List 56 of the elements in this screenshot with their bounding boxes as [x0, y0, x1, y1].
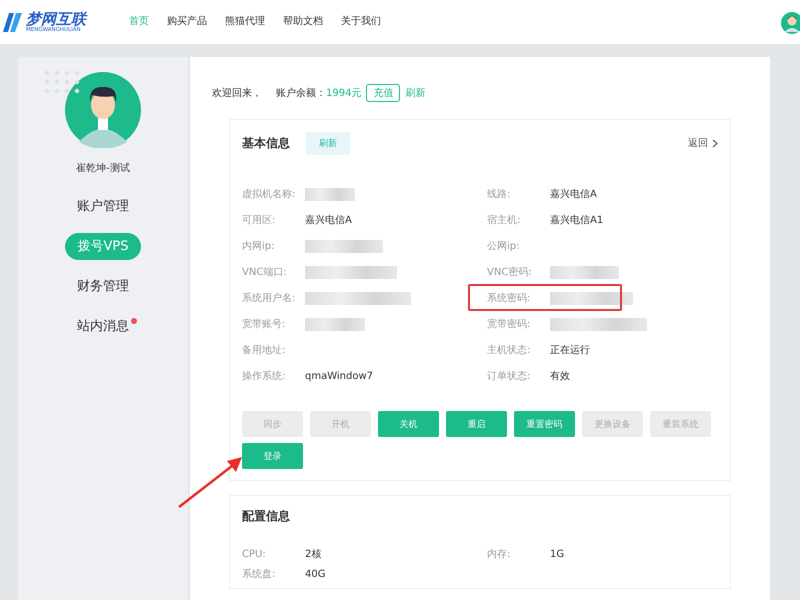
sidebar-item[interactable]: 账户管理	[64, 193, 142, 220]
field-label: 主机状态:	[487, 344, 532, 357]
balance-label: 账户余额：	[276, 86, 326, 100]
logo-icon	[0, 10, 24, 34]
field-label: 操作系统:	[242, 370, 286, 383]
field-value: 嘉兴电信A	[550, 188, 598, 201]
user-name: 崔乾坤-测试	[76, 162, 130, 175]
field-label: 线路:	[487, 188, 512, 201]
avatar-icon[interactable]	[781, 12, 800, 34]
field-value: qmaWindow7	[305, 370, 374, 382]
action-button[interactable]: 关机	[378, 411, 439, 437]
action-button[interactable]: 重启	[446, 411, 507, 437]
balance-amount: 1994元	[326, 87, 362, 100]
login-button[interactable]: 登录	[242, 443, 303, 469]
field-value: 2核	[305, 548, 322, 561]
field-label: VNC端口:	[242, 266, 288, 279]
refresh-link[interactable]: 刷新	[405, 86, 426, 100]
field-label: 可用区:	[242, 214, 276, 227]
field-label: CPU:	[242, 548, 267, 560]
field-label: 系统密码:	[487, 292, 532, 305]
recharge-button[interactable]: 充值	[366, 84, 400, 102]
nav-link[interactable]: 关于我们	[332, 12, 390, 32]
field-label: 订单状态:	[487, 370, 532, 383]
field-value: 1G	[550, 548, 566, 560]
field-label: 宽带密码:	[487, 318, 532, 331]
field-label: VNC密码:	[487, 266, 533, 279]
field-label: 备用地址:	[242, 344, 286, 357]
card-title: 基本信息	[242, 134, 290, 152]
field-label: 系统盘:	[242, 568, 276, 581]
nav-link[interactable]: 首页	[120, 12, 158, 32]
field-label: 内存:	[487, 548, 512, 561]
field-label: 公网ip:	[487, 240, 520, 253]
chevron-right-icon	[712, 138, 718, 148]
field-value: 正在运行	[550, 344, 591, 357]
field-value: 40G	[305, 568, 326, 580]
field-value: 嘉兴电信A1	[550, 214, 604, 227]
card-title: 配置信息	[242, 508, 290, 524]
refresh-button[interactable]: 刷新	[306, 132, 350, 154]
field-value: 有效	[550, 370, 571, 383]
sidebar-item[interactable]: 站内消息	[64, 313, 142, 340]
sidebar-item[interactable]: 拨号VPS	[64, 233, 142, 260]
field-label: 系统用户名:	[242, 292, 296, 305]
back-link[interactable]: 返回	[688, 136, 718, 150]
nav-link[interactable]: 购买产品	[158, 12, 216, 32]
nav-link[interactable]: 熊猫代理	[216, 12, 274, 32]
field-value: 嘉兴电信A	[305, 214, 353, 227]
field-label: 内网ip:	[242, 240, 276, 253]
field-label: 宿主机:	[487, 214, 522, 227]
welcome-text: 欢迎回来，	[212, 86, 262, 100]
field-label: 虚拟机名称:	[242, 188, 296, 201]
sidebar-item[interactable]: 财务管理	[64, 273, 142, 300]
logo-name: 梦网互联	[26, 10, 86, 26]
action-button[interactable]: 重置密码	[514, 411, 575, 437]
nav-link[interactable]: 帮助文档	[274, 12, 332, 32]
avatar-icon	[65, 72, 141, 148]
field-label: 宽带账号:	[242, 318, 286, 331]
